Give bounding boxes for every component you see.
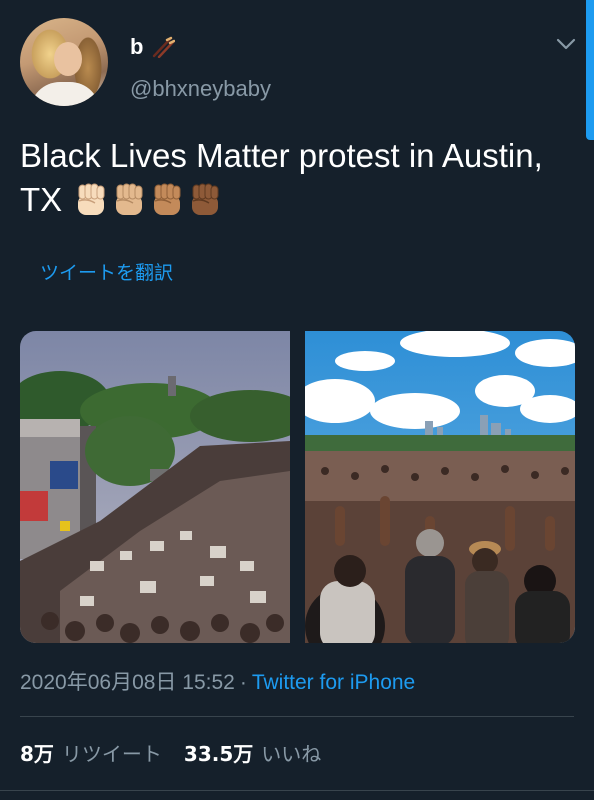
author-name-row[interactable]: b (130, 34, 176, 60)
likes-stat[interactable]: 33.5万 いいね (184, 738, 321, 767)
more-options-button[interactable] (552, 32, 580, 56)
protest-street-photo[interactable] (20, 331, 291, 643)
display-name[interactable]: b (130, 34, 143, 60)
tweet-timestamp-row: 2020年06月08日 15:52 · Twitter for iPhone (20, 666, 415, 696)
media-grid (20, 331, 575, 643)
raised-fist-light-icon (73, 181, 109, 219)
raised-fist-medium-icon (149, 181, 185, 219)
meta-separator: · (239, 671, 247, 694)
chevron-down-icon (556, 38, 576, 50)
scrollbar[interactable] (586, 0, 594, 140)
raised-fist-medium-dark-icon (187, 181, 223, 219)
retweets-stat[interactable]: 8万 リツイート (20, 738, 162, 767)
tweet-source-link[interactable]: Twitter for iPhone (252, 671, 415, 694)
retweets-label: リツイート (61, 742, 162, 766)
tweet-detail-page: b @bhxneybaby Black Lives Matter protest… (0, 0, 594, 800)
bottom-divider (0, 790, 594, 791)
divider (20, 716, 574, 717)
retweets-count: 8万 (20, 742, 54, 766)
tweet-stats: 8万 リツイート 33.5万 いいね (20, 738, 321, 767)
tweet-timestamp[interactable]: 2020年06月08日 15:52 (20, 671, 235, 694)
avatar-face (54, 42, 82, 76)
tweet-text: Black Lives Matter protest in Austin, TX (20, 134, 560, 222)
user-handle[interactable]: @bhxneybaby (130, 76, 271, 102)
likes-label: いいね (261, 742, 322, 766)
protest-crowd-photo[interactable] (304, 331, 575, 643)
avatar[interactable] (20, 18, 108, 106)
raised-fist-medium-light-icon (111, 181, 147, 219)
chopsticks-icon (151, 36, 176, 59)
likes-count: 33.5万 (183, 742, 254, 766)
translate-tweet-link[interactable]: ツイートを翻訳 (40, 258, 173, 285)
